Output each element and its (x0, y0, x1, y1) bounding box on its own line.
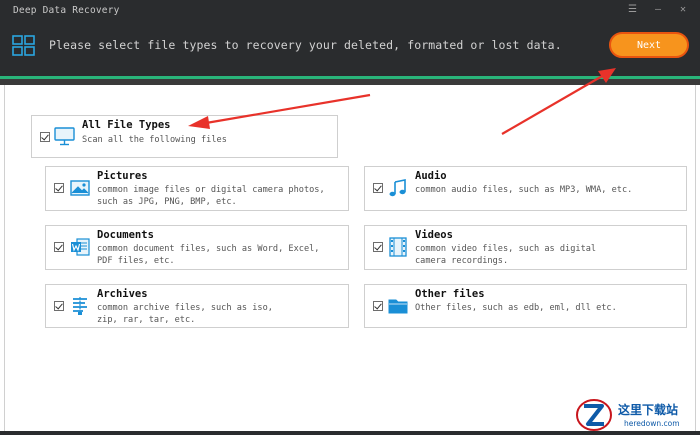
documents-title: Documents (97, 229, 154, 241)
all-file-types-desc: Scan all the following files (82, 135, 227, 145)
all-file-types-title: All File Types (82, 119, 171, 131)
film-icon (389, 237, 407, 257)
folder-icon (388, 299, 408, 314)
watermark-english-text: heredown.com (624, 419, 680, 428)
documents-desc: common document files, such as Word, Exc… (97, 244, 320, 266)
pictures-checkbox[interactable] (54, 183, 64, 193)
archives-checkbox[interactable] (54, 301, 64, 311)
audio-checkbox[interactable] (373, 183, 383, 193)
documents-checkbox[interactable] (54, 242, 64, 252)
watermark-chinese-text: 这里下载站 (618, 403, 679, 417)
music-note-icon (389, 179, 406, 197)
monitor-icon (54, 127, 75, 146)
menu-icon[interactable]: ☰ (628, 4, 637, 16)
videos-desc: common video files, such as digital came… (415, 244, 597, 266)
next-button[interactable]: Next (609, 32, 689, 58)
instruction-text: Please select file types to recovery you… (49, 38, 562, 52)
archive-icon (73, 297, 87, 315)
pictures-desc: common image files or digital camera pho… (97, 185, 325, 207)
app-grid-icon (12, 35, 35, 56)
picture-icon (70, 180, 90, 196)
audio-desc: common audio files, such as MP3, WMA, et… (415, 185, 633, 195)
videos-title: Videos (415, 229, 453, 241)
word-document-icon (71, 238, 90, 256)
pictures-title: Pictures (97, 170, 148, 182)
other-files-title: Other files (415, 288, 485, 300)
videos-checkbox[interactable] (373, 242, 383, 252)
app-title: Deep Data Recovery (13, 5, 120, 16)
other-files-checkbox[interactable] (373, 301, 383, 311)
close-icon[interactable]: ✕ (680, 4, 686, 16)
other-files-desc: Other files, such as edb, eml, dll etc. (415, 303, 617, 313)
archives-desc: common archive files, such as iso, zip, … (97, 303, 273, 325)
audio-title: Audio (415, 170, 447, 182)
all-file-types-checkbox[interactable] (40, 132, 50, 142)
archives-title: Archives (97, 288, 148, 300)
minimize-icon[interactable]: — (655, 4, 661, 16)
